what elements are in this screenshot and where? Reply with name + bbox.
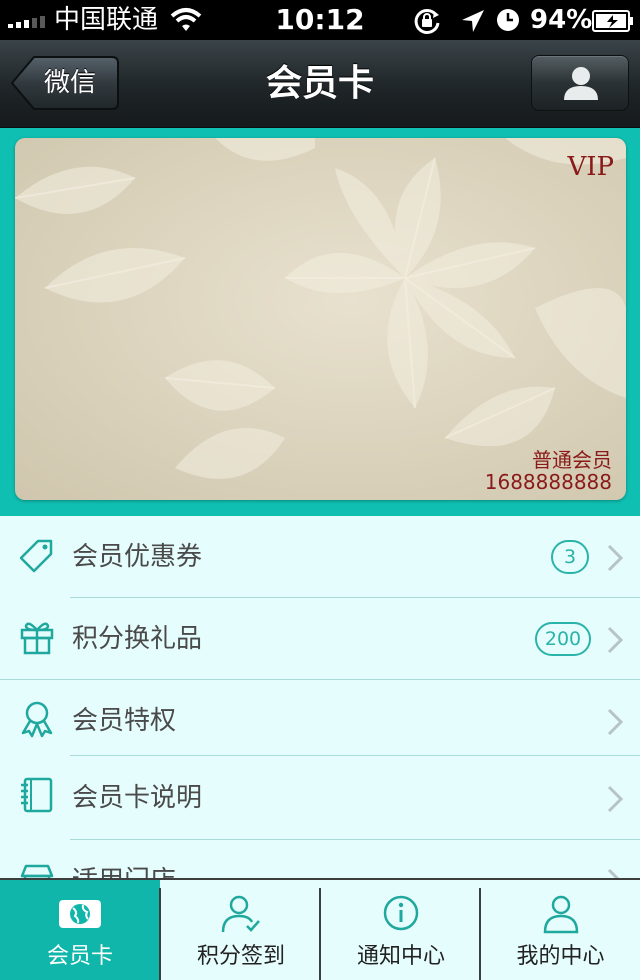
tab-label: 会员卡 [46,944,113,969]
menu-item-label: 会员优惠券 [72,542,203,572]
award-ribbon-icon [21,701,53,738]
chevron-right-icon [607,708,624,736]
battery-percentage: 94% [530,5,593,35]
rotation-lock-icon [414,8,440,34]
store-icon [20,864,54,880]
globe-icon [59,900,101,928]
chevron-right-icon [607,544,624,572]
chevron-right-icon [607,626,624,654]
menu-item-label: 适用门店 [72,840,176,880]
tab-member-card[interactable]: 会员卡 [0,880,160,980]
menu-item-gifts[interactable]: 积分换礼品 200 [0,598,640,680]
location-icon [462,10,484,32]
tab-label: 积分签到 [196,944,285,969]
profile-button[interactable] [531,55,629,111]
info-icon [383,895,419,931]
tab-label: 通知中心 [356,944,445,969]
member-number: 1688888888 [484,470,612,494]
vip-label: VIP [567,152,614,182]
menu-list: 会员优惠券 3 积分换礼品 200 会员特权 会员卡说明 [0,516,640,880]
user-profile-icon [564,67,598,100]
tab-my-center[interactable]: 我的中心 [481,880,640,980]
notebook-icon [21,777,53,813]
status-bar: 中国联通 10:12 94% [0,0,640,40]
card-area: VIP 普通会员 1688888888 [0,128,640,516]
user-icon [543,895,579,934]
tab-points-checkin[interactable]: 积分签到 [161,880,321,980]
navigation-bar: 微信 会员卡 [0,40,640,128]
user-check-icon [221,895,260,933]
tab-label: 我的中心 [516,944,605,969]
menu-item-label: 会员卡说明 [72,783,203,813]
menu-item-label: 会员特权 [72,706,177,736]
points-badge: 200 [535,622,591,656]
menu-item-privileges[interactable]: 会员特权 [0,680,640,762]
battery-icon [592,10,633,32]
count-badge: 3 [551,540,589,574]
menu-item-label: 积分换礼品 [72,624,203,654]
chevron-right-icon [607,785,624,813]
tab-notifications[interactable]: 通知中心 [321,880,481,980]
member-level: 普通会员 [532,448,612,472]
menu-item-coupons[interactable]: 会员优惠券 3 [0,516,640,598]
tab-bar: 会员卡 积分签到 通知中心 我的中心 [0,878,640,980]
membership-card[interactable]: VIP 普通会员 1688888888 [15,138,626,500]
alarm-icon [497,9,519,31]
menu-item-stores[interactable]: 适用门店 [0,840,640,880]
gift-icon [20,622,54,655]
menu-item-card-description[interactable]: 会员卡说明 [0,756,640,840]
tag-icon [19,539,53,573]
